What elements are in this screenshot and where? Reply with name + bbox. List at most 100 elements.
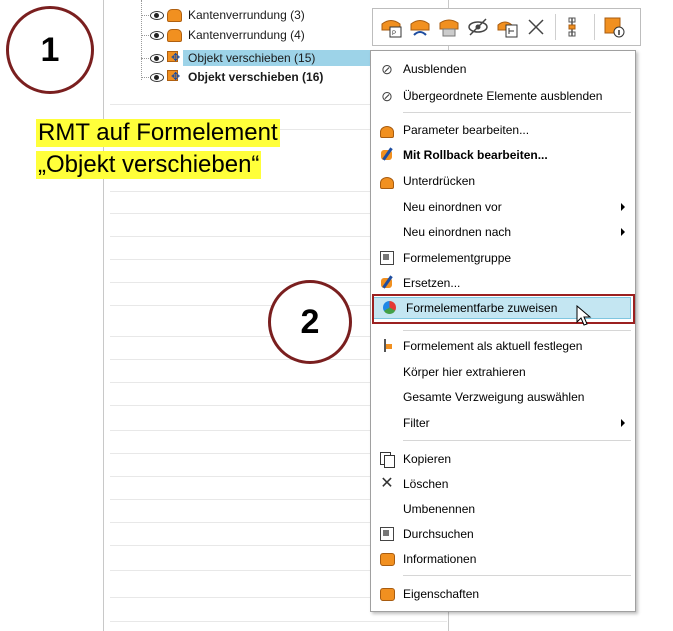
hide-icon: ⊘: [381, 61, 393, 77]
tree-connector: [141, 57, 149, 59]
visibility-eye-icon[interactable]: [150, 30, 164, 40]
menu-item-parameter-bearbeiten[interactable]: Parameter bearbeiten...: [371, 119, 635, 141]
menu-item-label: Durchsuchen: [403, 527, 474, 541]
menu-item-label: Filter: [403, 416, 430, 430]
tree-item-objekt-verschieben-16[interactable]: Objekt verschieben (16): [141, 68, 326, 86]
divider: [110, 621, 447, 622]
menu-item-loeschen[interactable]: ✕ Löschen: [371, 473, 635, 495]
move-object-feature-icon: [166, 70, 182, 84]
properties-icon: [379, 586, 395, 602]
tree-item-label: Objekt verschieben (15): [185, 50, 319, 66]
step-number: 2: [300, 302, 320, 341]
menu-icon-spacer: [379, 415, 395, 431]
tree-item-kantenverrundung-3[interactable]: Kantenverrundung (3): [141, 6, 308, 24]
parameter-edit-icon[interactable]: P: [378, 14, 404, 40]
set-current-icon[interactable]: [562, 14, 588, 40]
delete-icon[interactable]: [523, 14, 549, 40]
copy-icon: [379, 451, 395, 468]
menu-item-formelementgruppe[interactable]: Formelementgruppe: [371, 247, 635, 269]
menu-item-ausblenden[interactable]: ⊘ Ausblenden: [371, 58, 635, 80]
fillet-feature-icon: [166, 8, 182, 22]
menu-item-durchsuchen[interactable]: Durchsuchen: [371, 523, 635, 545]
menu-item-label: Gesamte Verzweigung auswählen: [403, 390, 585, 404]
feature-group-icon: [379, 250, 395, 266]
info-icon[interactable]: [601, 14, 627, 40]
tree-connector: [141, 34, 149, 36]
menu-item-kopieren[interactable]: Kopieren: [371, 448, 635, 470]
menu-item-koerper-extrahieren[interactable]: Körper hier extrahieren: [371, 361, 635, 383]
menu-item-label: Übergeordnete Elemente ausblenden: [403, 89, 603, 103]
tree-item-label: Kantenverrundung (3): [188, 8, 305, 22]
set-current-icon: [379, 338, 395, 354]
rollback-edit-icon: [379, 147, 395, 163]
submenu-arrow-icon: [621, 228, 625, 236]
context-menu: ⊘ Ausblenden ⊘ Übergeordnete Elemente au…: [370, 50, 636, 612]
hide-icon[interactable]: [465, 14, 491, 40]
highlight-frame: [372, 294, 635, 324]
menu-item-label: Ausblenden: [403, 62, 467, 76]
visibility-eye-icon[interactable]: [150, 10, 164, 20]
toolbar-separator: [594, 14, 595, 40]
svg-text:P: P: [392, 31, 396, 37]
submenu-arrow-icon: [621, 419, 625, 427]
parameter-edit-icon: [379, 122, 395, 138]
menu-item-label: Neu einordnen nach: [403, 225, 512, 239]
menu-item-label: Ersetzen...: [403, 276, 461, 290]
menu-item-label: Kopieren: [403, 452, 452, 466]
menu-item-eigenschaften[interactable]: Eigenschaften: [371, 583, 635, 605]
select-branch-icon[interactable]: [494, 14, 520, 40]
menu-item-label: Körper hier extrahieren: [403, 365, 526, 379]
menu-separator: [403, 440, 631, 441]
menu-item-ersetzen[interactable]: Ersetzen...: [371, 272, 635, 294]
mini-toolbar: P: [372, 8, 641, 46]
tree-item-label: Kantenverrundung (4): [188, 28, 305, 42]
menu-item-label: Umbenennen: [403, 502, 476, 516]
menu-item-label: Neu einordnen vor: [403, 200, 502, 214]
annotation-line-1: RMT auf Formelement: [36, 119, 280, 147]
tree-connector: [141, 76, 149, 78]
step-number: 1: [40, 30, 60, 69]
step-1-callout: 1: [6, 6, 94, 94]
visibility-eye-icon[interactable]: [150, 72, 164, 82]
menu-item-label: Eigenschaften: [403, 587, 480, 601]
menu-icon-spacer: [379, 364, 395, 380]
menu-item-neu-einordnen-vor[interactable]: Neu einordnen vor: [371, 196, 635, 218]
suppress-icon: [379, 173, 395, 189]
tree-item-label: Objekt verschieben (16): [188, 70, 324, 84]
menu-item-neu-einordnen-nach[interactable]: Neu einordnen nach: [371, 221, 635, 243]
menu-icon-spacer: [379, 501, 395, 517]
menu-icon-spacer: [379, 199, 395, 215]
fillet-feature-icon: [166, 28, 182, 42]
delete-icon: ✕: [380, 475, 394, 492]
annotation-line-2: „Objekt verschieben“: [36, 151, 262, 179]
toolbar-separator: [555, 14, 556, 40]
tree-connector: [141, 14, 149, 16]
menu-item-uebergeordnete-ausblenden[interactable]: ⊘ Übergeordnete Elemente ausblenden: [371, 85, 635, 107]
menu-item-gesamte-verzweigung[interactable]: Gesamte Verzweigung auswählen: [371, 386, 635, 408]
step-2-callout: 2: [268, 280, 352, 364]
menu-item-label: Parameter bearbeiten...: [403, 123, 530, 137]
menu-item-label: Unterdrücken: [403, 174, 476, 188]
menu-item-label: Informationen: [403, 552, 477, 566]
menu-item-umbenennen[interactable]: Umbenennen: [371, 498, 635, 520]
suppress-icon[interactable]: [436, 14, 462, 40]
menu-item-label: Formelement als aktuell festlegen: [403, 339, 583, 353]
menu-item-informationen[interactable]: Informationen: [371, 548, 635, 570]
menu-item-label: Löschen: [403, 477, 449, 491]
visibility-eye-icon[interactable]: [150, 53, 164, 63]
rollback-edit-icon[interactable]: [407, 14, 433, 40]
menu-item-label: Mit Rollback bearbeiten...: [403, 148, 548, 162]
menu-item-filter[interactable]: Filter: [371, 412, 635, 434]
menu-separator: [403, 112, 631, 113]
tree-item-kantenverrundung-4[interactable]: Kantenverrundung (4): [141, 26, 308, 44]
info-icon: [379, 551, 395, 567]
replace-icon: [379, 275, 395, 291]
menu-item-unterdruecken[interactable]: Unterdrücken: [371, 170, 635, 192]
tree-item-objekt-verschieben-15[interactable]: Objekt verschieben (15): [141, 49, 319, 67]
menu-separator: [403, 575, 631, 576]
menu-separator: [403, 330, 631, 331]
menu-item-als-aktuell-festlegen[interactable]: Formelement als aktuell festlegen: [371, 335, 635, 357]
mouse-cursor-icon: [576, 305, 592, 326]
browse-icon: [379, 526, 395, 542]
menu-item-mit-rollback-bearbeiten[interactable]: Mit Rollback bearbeiten...: [371, 144, 635, 166]
